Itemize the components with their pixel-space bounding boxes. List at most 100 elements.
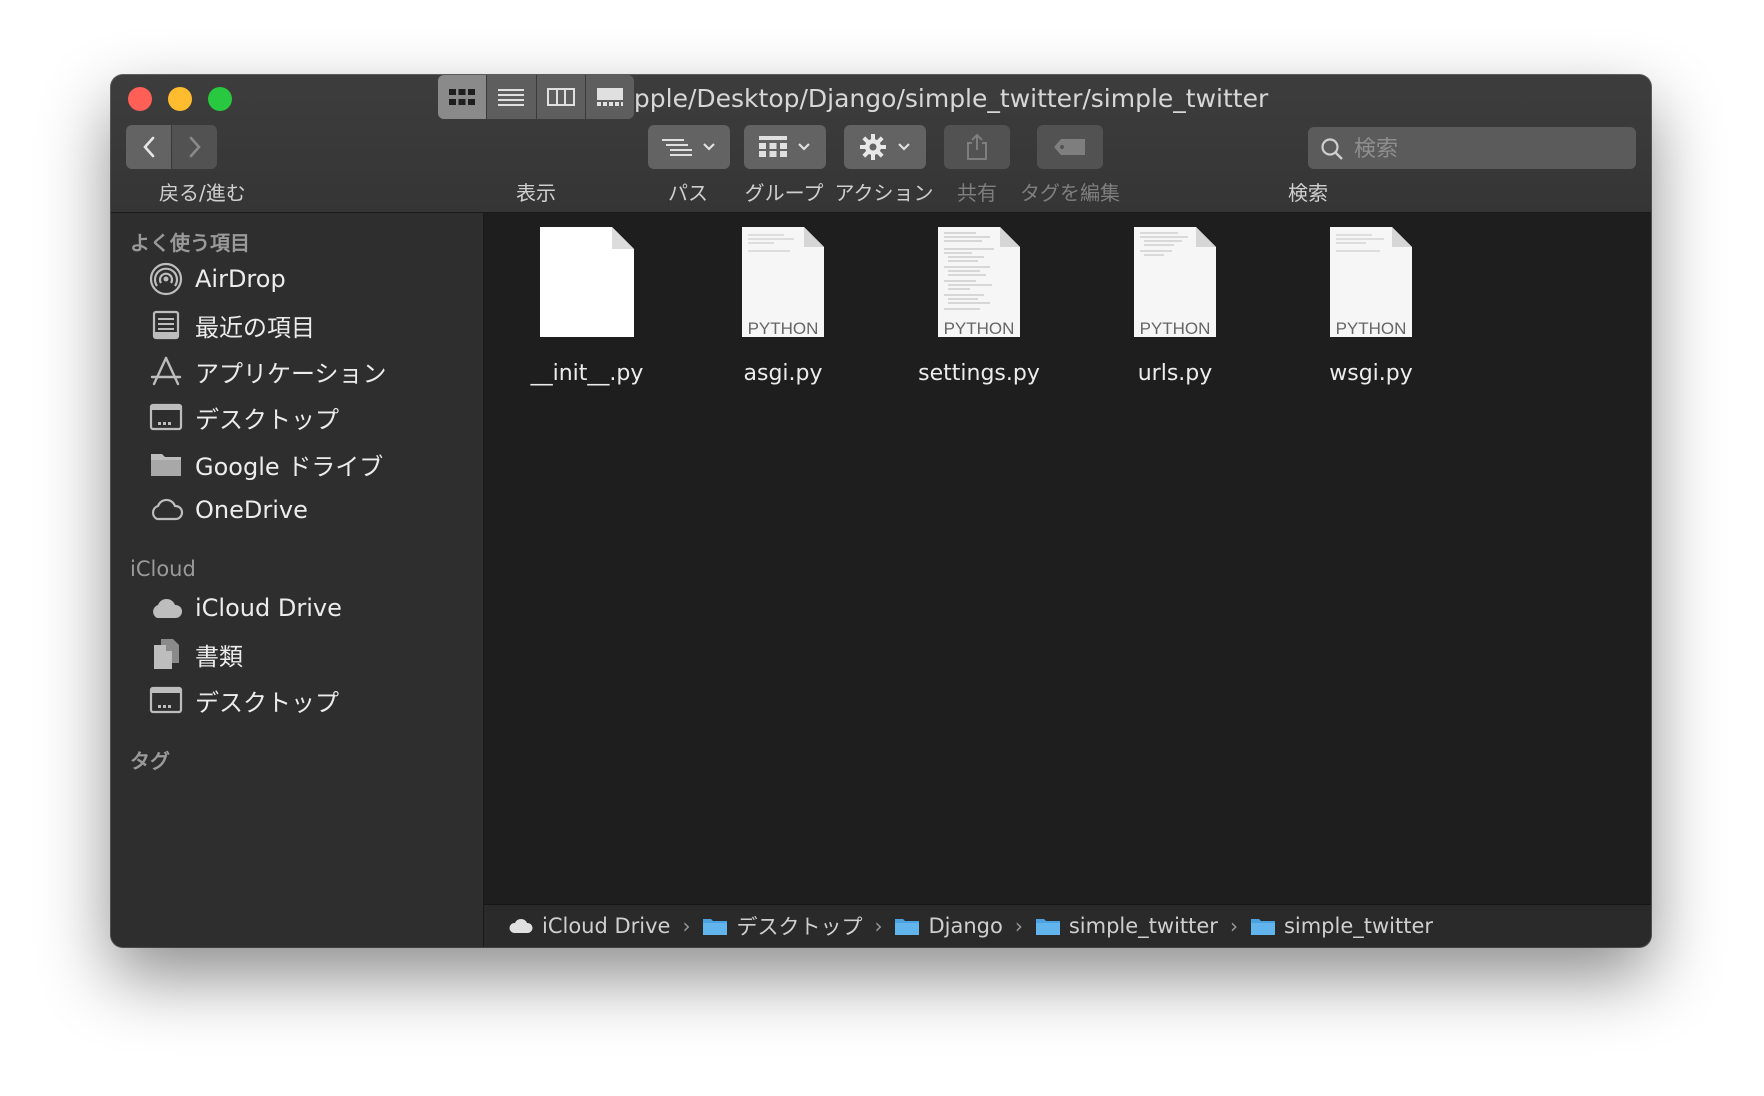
window-title-text: /Users/apple/Desktop/Django/simple_twitt… bbox=[531, 84, 1269, 113]
path-menu-button[interactable] bbox=[648, 125, 730, 169]
sidebar-item-recents[interactable]: 最近の項目 bbox=[147, 303, 315, 347]
folder-icon bbox=[1035, 916, 1061, 936]
path-crumb-label: デスクトップ bbox=[736, 915, 863, 939]
file-kind-label: PYTHON bbox=[1335, 319, 1407, 338]
group-menu-button[interactable] bbox=[744, 125, 826, 169]
group-grid-icon bbox=[759, 136, 787, 157]
action-label: アクション bbox=[834, 181, 934, 205]
sidebar-item-label: 書類 bbox=[195, 642, 243, 671]
file-item[interactable]: PYTHON asgi.py bbox=[693, 223, 873, 386]
sidebar-item-label: 最近の項目 bbox=[195, 313, 315, 342]
finder-window: /Users/apple/Desktop/Django/simple_twitt… bbox=[111, 75, 1651, 947]
path-bar: iCloud Drive › デスクトップ › Django › simple_… bbox=[484, 904, 1651, 947]
group-label: グループ bbox=[744, 181, 824, 205]
window-title: /Users/apple/Desktop/Django/simple_twitt… bbox=[111, 81, 1651, 121]
python-file-icon: PYTHON bbox=[1116, 223, 1234, 341]
folder-icon bbox=[1250, 916, 1276, 936]
file-item[interactable]: __init__.py bbox=[497, 223, 677, 386]
path-crumb[interactable]: Django bbox=[894, 914, 1003, 938]
file-name: settings.py bbox=[918, 361, 1040, 386]
file-kind-label: PYTHON bbox=[943, 319, 1015, 338]
sidebar-item-documents[interactable]: 書類 bbox=[147, 632, 243, 676]
list-icon bbox=[498, 89, 525, 106]
sidebar-item-desktop[interactable]: デスクトップ bbox=[147, 395, 339, 439]
action-menu-button[interactable] bbox=[844, 125, 926, 169]
edit-tags-label: タグを編集 bbox=[1020, 181, 1120, 205]
python-file-icon: PYTHON bbox=[724, 223, 842, 341]
sidebar-item-icloud-desktop[interactable]: デスクトップ bbox=[147, 678, 339, 722]
sidebar-item-label: Google ドライブ bbox=[195, 452, 384, 481]
search-input[interactable] bbox=[1352, 127, 1626, 171]
path-crumb[interactable]: デスクトップ bbox=[702, 911, 862, 941]
sidebar: よく使う項目 AirDrop 最近の項目 アプリケーション デスクトップ Goo… bbox=[111, 213, 484, 947]
sidebar-item-icloud-drive[interactable]: iCloud Drive bbox=[147, 586, 342, 630]
folder-icon bbox=[702, 916, 728, 936]
favorites-heading: よく使う項目 bbox=[130, 231, 250, 255]
sidebar-item-label: アプリケーション bbox=[195, 359, 387, 388]
path-crumb[interactable]: simple_twitter bbox=[1250, 914, 1433, 938]
toolbar: /Users/apple/Desktop/Django/simple_twitt… bbox=[111, 75, 1651, 213]
cloud-icon bbox=[147, 493, 185, 527]
list-view-button[interactable] bbox=[487, 75, 537, 119]
desktop-icon bbox=[147, 400, 185, 434]
path-crumb[interactable]: iCloud Drive bbox=[508, 914, 670, 938]
documents-icon bbox=[147, 637, 185, 671]
chevron-down-icon bbox=[798, 143, 810, 151]
folder-icon bbox=[147, 447, 185, 481]
file-name: wsgi.py bbox=[1329, 361, 1413, 386]
search-field[interactable] bbox=[1308, 127, 1636, 171]
recents-icon bbox=[147, 308, 185, 342]
sidebar-item-onedrive[interactable]: OneDrive bbox=[147, 488, 308, 532]
gear-icon bbox=[860, 134, 886, 160]
path-crumb-label: iCloud Drive bbox=[542, 914, 671, 938]
chevron-right-icon bbox=[189, 136, 201, 158]
document-icon bbox=[528, 223, 646, 341]
chevron-right-icon: › bbox=[1229, 914, 1238, 938]
path-crumb-label: simple_twitter bbox=[1283, 914, 1434, 938]
sidebar-item-airdrop[interactable]: AirDrop bbox=[147, 257, 286, 301]
chevron-right-icon: › bbox=[1014, 914, 1023, 938]
desktop-icon bbox=[147, 683, 185, 717]
path-crumb[interactable]: simple_twitter bbox=[1035, 914, 1218, 938]
columns-icon bbox=[546, 88, 575, 106]
gallery-icon bbox=[596, 88, 623, 106]
icloud-icon bbox=[147, 591, 185, 625]
sidebar-item-applications[interactable]: アプリケーション bbox=[147, 349, 387, 393]
file-name: urls.py bbox=[1137, 361, 1213, 386]
share-label: 共有 bbox=[957, 181, 997, 205]
gallery-view-button[interactable] bbox=[586, 75, 634, 119]
chevron-right-icon: › bbox=[682, 914, 691, 938]
back-button[interactable] bbox=[126, 125, 171, 169]
icon-view-button[interactable] bbox=[438, 75, 488, 119]
folder-icon bbox=[894, 916, 920, 936]
file-item[interactable]: PYTHON urls.py bbox=[1085, 223, 1265, 386]
python-file-icon: PYTHON bbox=[920, 223, 1038, 341]
sidebar-item-google-drive[interactable]: Google ドライブ bbox=[147, 442, 383, 486]
view-label: 表示 bbox=[516, 181, 556, 205]
share-button[interactable] bbox=[944, 125, 1010, 169]
tags-heading: タグ bbox=[130, 749, 170, 773]
chevron-down-icon bbox=[703, 143, 715, 151]
file-name: __init__.py bbox=[530, 361, 644, 386]
icloud-heading: iCloud bbox=[130, 557, 196, 581]
chevron-left-icon bbox=[142, 136, 154, 158]
file-item[interactable]: PYTHON settings.py bbox=[889, 223, 1069, 386]
back-forward-label: 戻る/進む bbox=[159, 181, 246, 205]
edit-tags-button[interactable] bbox=[1037, 125, 1103, 169]
chevron-right-icon: › bbox=[874, 914, 883, 938]
back-forward-group bbox=[126, 125, 218, 169]
icon-grid-icon bbox=[449, 89, 476, 105]
sidebar-item-label: OneDrive bbox=[195, 496, 308, 524]
file-browser: __init__.py PYTHON asgi.py PYTHON settin… bbox=[484, 213, 1651, 904]
forward-button[interactable] bbox=[172, 125, 217, 169]
file-kind-label: PYTHON bbox=[1139, 319, 1211, 338]
column-view-button[interactable] bbox=[537, 75, 586, 119]
sidebar-item-label: デスクトップ bbox=[195, 688, 339, 717]
view-mode-segment bbox=[438, 75, 634, 119]
search-label: 検索 bbox=[1288, 181, 1328, 205]
chevron-down-icon bbox=[898, 143, 910, 151]
sidebar-item-label: iCloud Drive bbox=[195, 594, 342, 622]
tag-icon bbox=[1054, 139, 1085, 155]
file-item[interactable]: PYTHON wsgi.py bbox=[1281, 223, 1461, 386]
path-label: パス bbox=[668, 181, 708, 205]
